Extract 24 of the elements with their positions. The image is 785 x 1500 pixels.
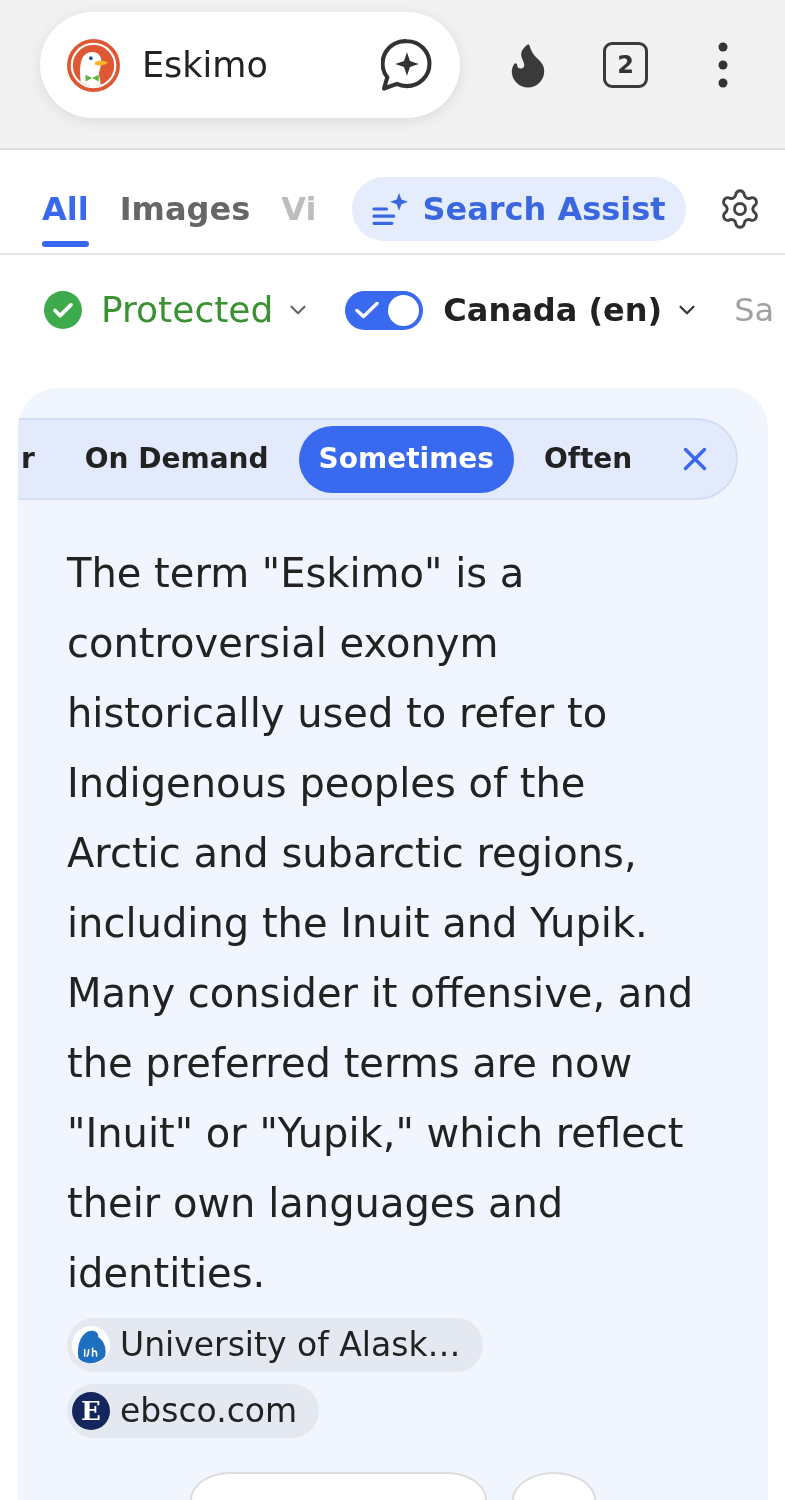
frequency-option[interactable]: On Demand [64,425,289,493]
answer-text: The term "Eskimo" is a controversial exonym historically used to refer to Indigenous peoples of the Arctic and subarctic regions, including the Inuit and Yupik. Many consider it offensive, and the preferred terms are now "Inuit" or "Yupik," which reflect their own languages and identities. [67,549,695,1298]
region-dropdown[interactable]: Canada (en) [443,286,701,334]
source-chip[interactable]: University of Alask… [67,1318,483,1372]
search-tab[interactable]: All [42,150,89,253]
frequency-option[interactable]: Sometimes [298,425,514,493]
region-toggle[interactable] [345,290,424,330]
source-chip[interactable]: E ebsco.com [67,1384,320,1438]
search-tab[interactable]: Images [119,150,251,253]
frequency-option[interactable]: r [18,425,55,493]
search-assist-tab[interactable]: Search Assist [352,177,686,241]
protection-dropdown[interactable]: Protected [44,283,312,337]
switch-knob [388,294,420,326]
chat-sparkle-icon[interactable] [381,39,433,91]
address-bar[interactable]: Eskimo [40,12,460,118]
duck-logo-icon [67,38,120,92]
more-menu-icon[interactable] [718,42,728,88]
tab-count-button[interactable]: 2 [603,42,648,88]
emblem-icon [72,1326,110,1364]
letter-logo-icon: E [72,1392,110,1430]
frequency-option[interactable]: Often [523,425,653,493]
check-icon [355,301,380,319]
check-circle-icon [44,291,82,329]
search-query: Eskimo [142,43,268,87]
